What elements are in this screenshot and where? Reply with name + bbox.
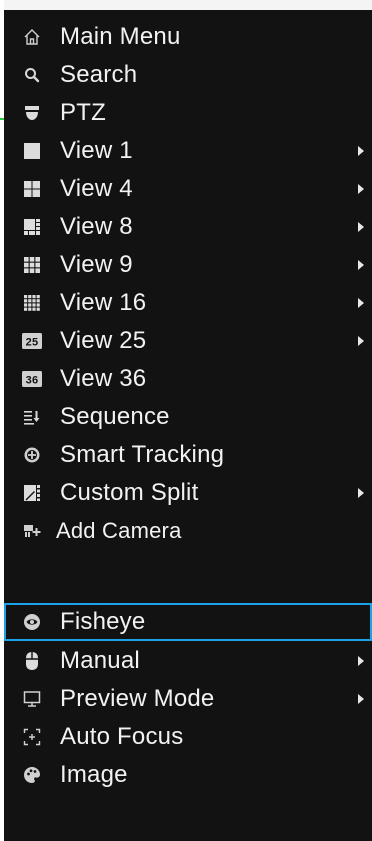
- menu-item-add-camera[interactable]: Add Camera: [4, 512, 372, 550]
- ptz-camera-icon: [22, 103, 42, 123]
- add-camera-icon: [22, 521, 42, 541]
- submenu-arrow-icon: [358, 146, 364, 156]
- custom-split-icon: [22, 483, 42, 503]
- menu-item-label: View 8: [60, 213, 133, 240]
- context-menu: Main Menu Search PTZ View 1 View 4 View …: [4, 10, 372, 841]
- mouse-icon: [22, 651, 42, 671]
- menu-item-label: Manual: [60, 647, 140, 674]
- image-adjust-icon: [22, 765, 42, 785]
- menu-item-label: View 25: [60, 327, 147, 354]
- menu-item-smart-tracking[interactable]: Smart Tracking: [4, 436, 372, 474]
- view-36-icon-text: 36: [26, 375, 39, 387]
- menu-item-view-4[interactable]: View 4: [4, 170, 372, 208]
- menu-item-view-9[interactable]: View 9: [4, 246, 372, 284]
- menu-item-sequence[interactable]: Sequence: [4, 398, 372, 436]
- menu-item-view-8[interactable]: View 8: [4, 208, 372, 246]
- menu-item-label: Add Camera: [56, 518, 182, 543]
- menu-item-view-36[interactable]: 36 View 36: [4, 360, 372, 398]
- view-25-icon-text: 25: [26, 337, 39, 349]
- menu-item-label: PTZ: [60, 99, 106, 126]
- submenu-arrow-icon: [358, 694, 364, 704]
- smart-tracking-icon: [22, 445, 42, 465]
- fisheye-icon: [22, 612, 42, 632]
- menu-item-view-25[interactable]: 25 View 25: [4, 322, 372, 360]
- view-25-icon: 25: [22, 331, 42, 351]
- menu-item-label: Smart Tracking: [60, 441, 225, 468]
- menu-item-label: View 1: [60, 137, 133, 164]
- view-16-icon: [22, 293, 42, 313]
- view-36-icon: 36: [22, 369, 42, 389]
- menu-item-preview-mode[interactable]: Preview Mode: [4, 680, 372, 718]
- menu-item-main-menu[interactable]: Main Menu: [4, 18, 372, 56]
- menu-item-label: Image: [60, 761, 128, 788]
- search-icon: [22, 65, 42, 85]
- menu-item-label: View 4: [60, 175, 133, 202]
- menu-item-view-1[interactable]: View 1: [4, 132, 372, 170]
- view-8-icon: [22, 217, 42, 237]
- submenu-arrow-icon: [358, 184, 364, 194]
- sequence-icon: [22, 407, 42, 427]
- monitor-icon: [22, 689, 42, 709]
- menu-item-label: Search: [60, 61, 138, 88]
- home-icon: [22, 27, 42, 47]
- menu-item-label: Fisheye: [60, 608, 146, 635]
- submenu-arrow-icon: [358, 336, 364, 346]
- menu-item-auto-focus[interactable]: Auto Focus: [4, 718, 372, 756]
- view-4-icon: [22, 179, 42, 199]
- submenu-arrow-icon: [358, 488, 364, 498]
- submenu-arrow-icon: [358, 222, 364, 232]
- menu-item-label: View 9: [60, 251, 133, 278]
- menu-item-label: Custom Split: [60, 479, 199, 506]
- top-strip: [0, 0, 372, 10]
- menu-item-view-16[interactable]: View 16: [4, 284, 372, 322]
- menu-item-manual[interactable]: Manual: [4, 642, 372, 680]
- submenu-arrow-icon: [358, 656, 364, 666]
- menu-item-label: Auto Focus: [60, 723, 184, 750]
- menu-item-label: Main Menu: [60, 23, 181, 50]
- auto-focus-icon: [22, 727, 42, 747]
- menu-item-label: Sequence: [60, 403, 170, 430]
- menu-item-image[interactable]: Image: [4, 756, 372, 794]
- menu-item-fisheye[interactable]: Fisheye: [4, 603, 372, 641]
- menu-item-ptz[interactable]: PTZ: [4, 94, 372, 132]
- menu-item-label: View 16: [60, 289, 147, 316]
- menu-item-custom-split[interactable]: Custom Split: [4, 474, 372, 512]
- view-1-icon: [22, 141, 42, 161]
- menu-item-search[interactable]: Search: [4, 56, 372, 94]
- menu-item-label: View 36: [60, 365, 147, 392]
- view-9-icon: [22, 255, 42, 275]
- submenu-arrow-icon: [358, 298, 364, 308]
- submenu-arrow-icon: [358, 260, 364, 270]
- menu-item-label: Preview Mode: [60, 685, 215, 712]
